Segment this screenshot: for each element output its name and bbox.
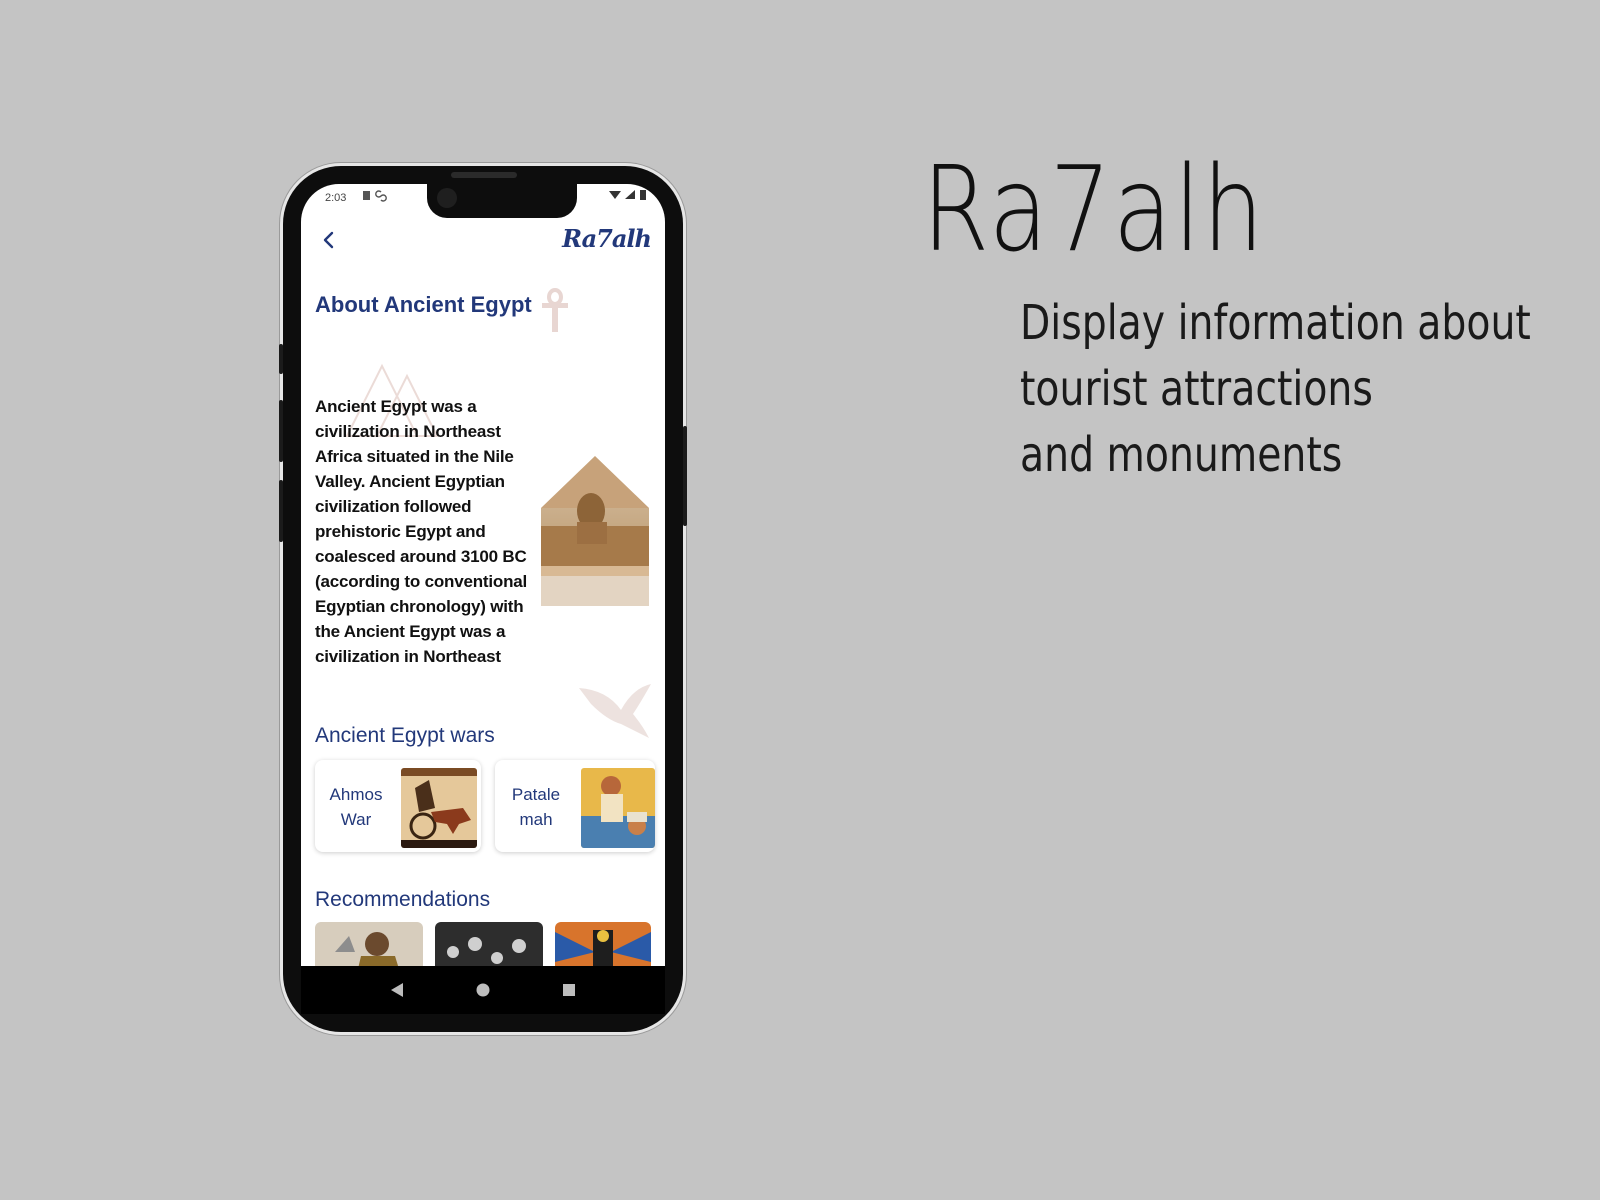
power-button xyxy=(683,426,687,526)
square-recents-icon xyxy=(563,984,575,996)
front-camera xyxy=(437,188,457,208)
status-system-icons xyxy=(607,189,651,204)
phone-frame: 2:03 Ra7alh About Ancient Egypt Ancient … xyxy=(279,166,687,1032)
war-card-image xyxy=(581,768,655,848)
recommendation-card-3[interactable] xyxy=(555,922,651,966)
recommendation-card-2[interactable] xyxy=(435,922,543,966)
recommendation-card-1[interactable] xyxy=(315,922,423,966)
war-card-patalemah[interactable]: Patale mah xyxy=(495,760,655,852)
eagle-decoration-icon xyxy=(579,684,651,738)
volume-down-button xyxy=(279,480,283,542)
promo-desc-line-2: tourist attractions xyxy=(1020,361,1373,417)
promo-title: Ra7alh xyxy=(922,140,1266,278)
war-card-ahmos[interactable]: Ahmos War xyxy=(315,760,481,852)
system-navigation-bar xyxy=(301,966,665,1014)
app-logo: Ra7alh xyxy=(562,224,652,253)
recommendations-section-title: Recommendations xyxy=(315,888,491,911)
nav-back-button[interactable] xyxy=(389,982,405,998)
circle-home-icon xyxy=(476,983,490,997)
back-button[interactable] xyxy=(315,226,343,254)
app-screen: 2:03 Ra7alh About Ancient Egypt Ancient … xyxy=(301,184,665,966)
triangle-back-icon xyxy=(391,983,403,997)
chevron-left-icon xyxy=(323,231,334,249)
wars-section-title: Ancient Egypt wars xyxy=(315,724,495,747)
status-notification-icons xyxy=(361,190,391,205)
wifi-icon xyxy=(609,191,621,199)
promo-desc-line-1: Display information about xyxy=(1020,295,1531,351)
battery-icon xyxy=(640,190,646,200)
promo-description: Display information about tourist attrac… xyxy=(1020,290,1531,488)
war-card-label: Patale mah xyxy=(501,782,571,832)
nav-recents-button[interactable] xyxy=(561,982,577,998)
sphinx-pyramid-image xyxy=(541,456,649,606)
war-card-label-line-2: mah xyxy=(519,810,553,829)
about-description: Ancient Egypt was a civilization in Nort… xyxy=(315,397,528,666)
promo-desc-line-3: and monuments xyxy=(1020,427,1343,483)
war-card-label-line-2: War xyxy=(340,810,372,829)
war-card-label-line-1: Patale xyxy=(511,785,561,804)
nav-home-button[interactable] xyxy=(475,982,491,998)
mute-switch xyxy=(279,344,283,374)
volume-up-button xyxy=(279,400,283,462)
earpiece-speaker xyxy=(451,172,517,178)
war-card-label: Ahmos War xyxy=(321,782,391,832)
war-card-image xyxy=(401,768,477,848)
war-card-label-line-1: Ahmos xyxy=(329,785,383,804)
about-title: About Ancient Egypt xyxy=(315,292,532,317)
signal-icon xyxy=(625,190,635,199)
status-time: 2:03 xyxy=(325,192,347,204)
notch xyxy=(427,184,577,218)
ankh-icon xyxy=(542,288,568,332)
